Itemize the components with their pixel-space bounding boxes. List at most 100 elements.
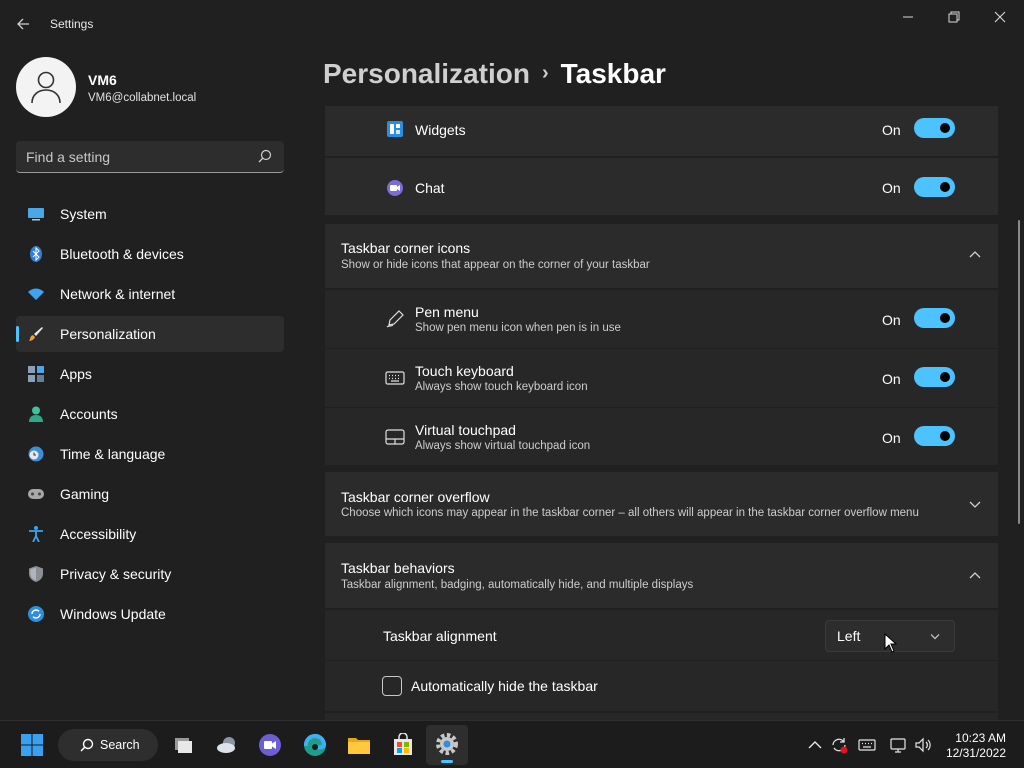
file-explorer-button[interactable] [343,729,375,761]
settings-taskbar-button[interactable] [426,725,468,765]
touch-keyboard-title: Touch keyboard [415,363,514,379]
task-view-icon [175,738,192,753]
behaviors-header[interactable]: Taskbar behaviors Taskbar alignment, bad… [325,543,998,608]
store-button[interactable] [387,729,419,761]
behaviors-title: Taskbar behaviors [341,560,455,576]
widgets-row: Widgets On [325,106,998,156]
corner-overflow-header[interactable]: Taskbar corner overflow Choose which ico… [325,472,998,536]
sidebar-item-system[interactable]: System [16,196,284,232]
sidebar-item-label: System [60,206,107,222]
virtual-touchpad-title: Virtual touchpad [415,422,516,438]
chevron-up-icon[interactable] [968,250,982,260]
breadcrumb-separator: › [541,62,549,84]
task-view-button[interactable] [167,729,199,761]
start-button[interactable] [16,729,48,761]
restore-icon [948,11,960,23]
touch-keyboard-toggle[interactable] [914,367,955,387]
sidebar-item-label: Gaming [60,486,110,502]
virtual-touchpad-row: Virtual touchpad Always show virtual tou… [325,408,998,465]
apps-icon [28,366,44,382]
corner-overflow-description: Choose which icons may appear in the tas… [341,507,919,519]
weather-button[interactable] [211,729,243,761]
sidebar-item-label: Personalization [60,326,156,342]
network-icon[interactable] [889,736,907,754]
user-name: VM6 [88,72,117,88]
taskbar-alignment-label: Taskbar alignment [383,628,497,644]
clock[interactable]: 10:23 AM 12/31/2022 [940,731,1006,761]
back-arrow-icon [17,18,29,30]
teams-chat-icon [259,734,281,756]
taskbar-search-button[interactable]: Search [58,729,158,761]
accounts-icon [29,406,43,422]
breadcrumb: Personalization › Taskbar [323,58,666,90]
sidebar-item-windows-update[interactable]: Windows Update [16,596,284,632]
auto-hide-row: Automatically hide the taskbar [325,661,998,711]
title-bar: Settings [0,0,1024,48]
chevron-down-icon [930,634,940,640]
wifi-icon [28,288,44,300]
file-explorer-icon [348,738,370,754]
sidebar-item-personalization[interactable]: Personalization [16,316,284,352]
sidebar-item-time-language[interactable]: Time & language [16,436,284,472]
chat-row: Chat On [325,158,998,215]
restore-button[interactable] [934,6,974,28]
accessibility-icon [29,526,43,542]
sidebar-item-label: Accounts [60,406,118,422]
chat-toggle[interactable] [914,177,955,197]
sidebar-item-label: Windows Update [60,606,166,622]
widgets-toggle[interactable] [914,118,955,138]
sidebar-item-accounts[interactable]: Accounts [16,396,284,432]
avatar[interactable] [16,57,76,117]
pen-menu-description: Show pen menu icon when pen is in use [415,322,621,334]
pen-menu-row: Pen menu Show pen menu icon when pen is … [325,290,998,348]
chat-icon [387,180,403,196]
sidebar-item-network[interactable]: Network & internet [16,276,284,312]
sidebar-item-privacy[interactable]: Privacy & security [16,556,284,592]
shield-icon [29,566,43,582]
minimize-button[interactable] [888,6,928,28]
edge-button[interactable] [299,729,331,761]
widgets-label: Widgets [415,122,466,138]
close-button[interactable] [980,6,1020,28]
brush-icon [29,327,43,341]
edge-icon [303,734,327,756]
breadcrumb-parent[interactable]: Personalization [323,58,530,89]
pen-menu-title: Pen menu [415,304,479,320]
auto-hide-checkbox[interactable] [382,676,402,696]
corner-icons-description: Show or hide icons that appear on the co… [341,259,650,271]
bluetooth-icon [30,246,42,262]
system-icon [28,208,44,221]
page-title: Taskbar [560,58,666,89]
start-icon [21,734,43,756]
search-input[interactable] [26,147,246,167]
sidebar-item-bluetooth[interactable]: Bluetooth & devices [16,236,284,272]
pen-icon [386,310,404,328]
sidebar-nav: System Bluetooth & devices Network & int… [16,196,284,636]
sidebar-item-label: Accessibility [60,526,137,542]
scrollbar[interactable] [1018,220,1020,524]
back-button[interactable] [12,12,36,36]
chevron-up-icon[interactable] [968,571,982,581]
pen-menu-toggle[interactable] [914,308,955,328]
corner-overflow-title: Taskbar corner overflow [341,489,490,505]
sidebar-item-label: Network & internet [60,286,176,302]
sidebar-item-gaming[interactable]: Gaming [16,476,284,512]
mouse-cursor-icon [884,633,898,653]
search-box[interactable] [16,141,284,173]
search-icon[interactable] [258,149,272,163]
update-icon [28,606,44,622]
chevron-down-icon[interactable] [968,499,982,509]
sidebar-item-label: Privacy & security [60,566,172,582]
volume-icon[interactable] [914,736,932,754]
settings-icon [436,733,458,755]
chat-app-button[interactable] [254,729,286,761]
sidebar-item-accessibility[interactable]: Accessibility [16,516,284,552]
chat-label: Chat [415,180,445,196]
auto-hide-label[interactable]: Automatically hide the taskbar [411,678,598,694]
corner-icons-header[interactable]: Taskbar corner icons Show or hide icons … [325,224,998,288]
keyboard-icon[interactable] [858,736,876,754]
chevron-up-icon[interactable] [806,736,824,754]
sidebar-item-apps[interactable]: Apps [16,356,284,392]
sync-icon[interactable] [830,736,848,754]
virtual-touchpad-toggle[interactable] [914,426,955,446]
